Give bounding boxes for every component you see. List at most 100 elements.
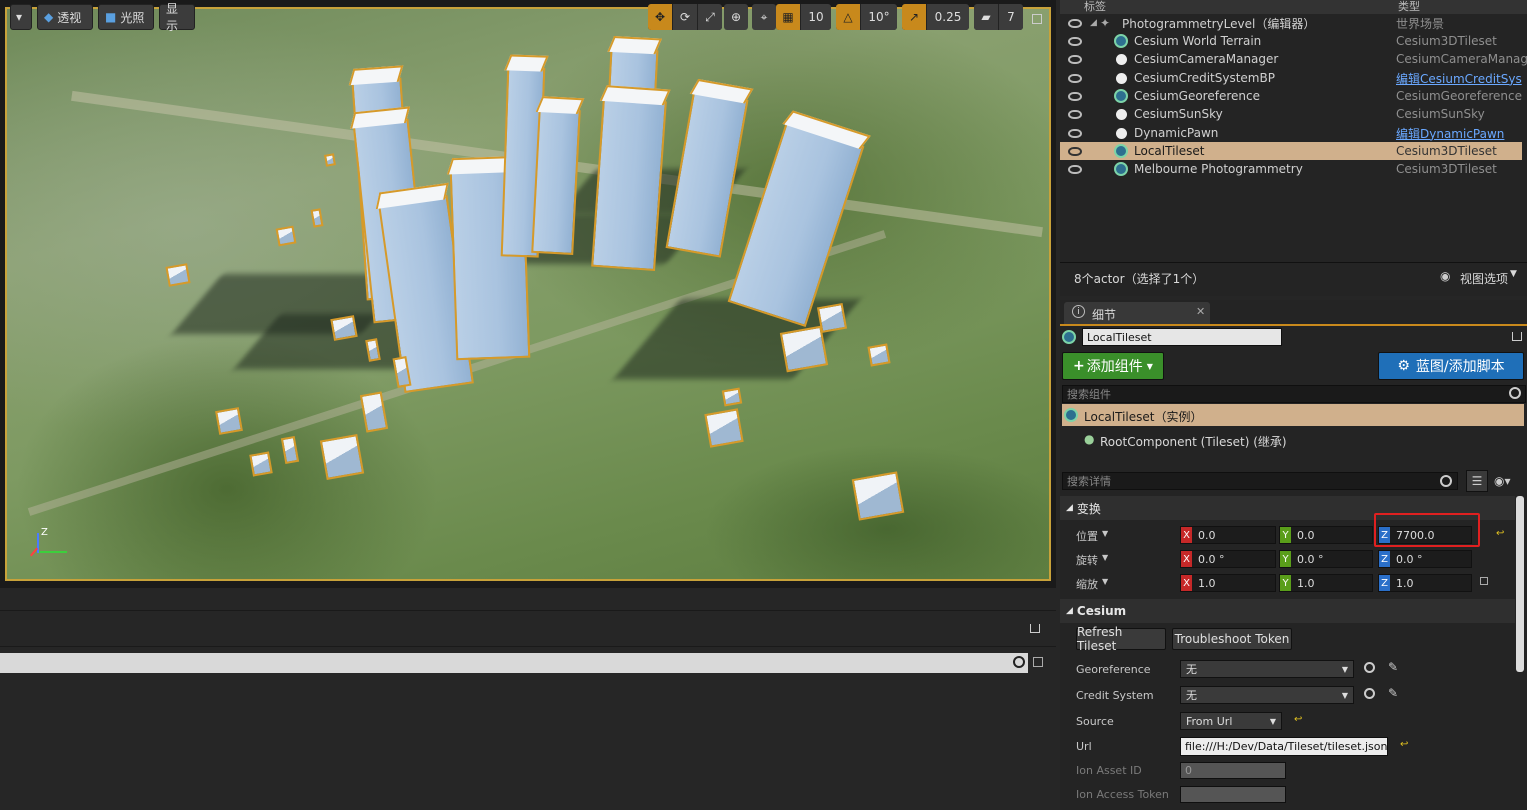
tileset-building[interactable]: [531, 108, 581, 255]
rotation-snap-value[interactable]: 10°: [861, 4, 897, 30]
tileset-cube[interactable]: [215, 407, 243, 435]
outliner-row[interactable]: Melbourne Photogrammetry Cesium3DTileset: [1060, 160, 1522, 178]
picker-icon[interactable]: ✎: [1388, 660, 1398, 674]
scale-snap-value[interactable]: 0.25: [927, 4, 969, 30]
lock-icon[interactable]: [1030, 624, 1040, 633]
tileset-cube[interactable]: [310, 208, 324, 228]
url-input[interactable]: file:///H:/Dev/Data/Tileset/tileset.json: [1180, 737, 1388, 756]
angle-icon[interactable]: △: [836, 4, 860, 30]
scale-y-field[interactable]: Y 1.0: [1279, 574, 1373, 592]
tileset-building[interactable]: [591, 96, 667, 272]
scale-z-field[interactable]: Z 1.0: [1378, 574, 1472, 592]
rotation-x-field[interactable]: X 0.0 °: [1180, 550, 1276, 568]
camera-icon[interactable]: ▰: [974, 4, 998, 30]
details-scrollbar[interactable]: [1516, 496, 1524, 672]
blueprint-add-script-button[interactable]: ⚙ 蓝图/添加脚本: [1378, 352, 1524, 380]
georeference-dropdown[interactable]: 无 ▼: [1180, 660, 1354, 678]
refresh-tileset-button[interactable]: Refresh Tileset: [1076, 625, 1166, 653]
add-component-button[interactable]: + 添加组件 ▼: [1062, 352, 1164, 380]
tileset-cube[interactable]: [165, 263, 191, 287]
tileset-cube[interactable]: [324, 153, 336, 167]
cesium-section-header[interactable]: ◢ Cesium: [1060, 599, 1515, 623]
tileset-cube[interactable]: [721, 387, 743, 407]
tileset-building[interactable]: [727, 120, 865, 328]
outliner-row[interactable]: CesiumSunSky CesiumSunSky: [1060, 105, 1522, 123]
viewport-options-button[interactable]: ▾: [10, 4, 32, 30]
tileset-cube[interactable]: [249, 451, 273, 477]
location-y-field[interactable]: Y 0.0: [1279, 526, 1373, 544]
search-components-input[interactable]: 搜索组件: [1062, 385, 1526, 403]
save-search-icon[interactable]: [1033, 657, 1043, 667]
visibility-eye-icon[interactable]: [1068, 164, 1082, 174]
view-options-button[interactable]: 视图选项: [1460, 270, 1508, 287]
visibility-eye-icon[interactable]: [1068, 18, 1082, 28]
perspective-button[interactable]: ◆ 透视: [37, 4, 93, 30]
visibility-eye-icon[interactable]: [1068, 73, 1082, 83]
rotate-tool-icon[interactable]: ⟳: [673, 4, 697, 30]
search-input[interactable]: [0, 653, 1028, 673]
details-tab[interactable]: i 细节 ✕: [1064, 302, 1210, 324]
chevron-down-icon[interactable]: ▼: [1102, 553, 1108, 562]
location-x-field[interactable]: X 0.0: [1180, 526, 1276, 544]
column-label[interactable]: 标签: [1084, 0, 1106, 14]
outliner-row[interactable]: DynamicPawn 编辑DynamicPawn: [1060, 124, 1522, 142]
viewport-scene[interactable]: Z: [5, 7, 1051, 581]
scale-tool-icon[interactable]: ⤢: [698, 4, 722, 30]
chevron-down-icon[interactable]: ▼: [1102, 577, 1108, 586]
lock-scale-icon[interactable]: [1480, 577, 1488, 585]
tileset-cube[interactable]: [851, 471, 905, 521]
reset-to-default-icon[interactable]: ↩: [1294, 714, 1302, 725]
credit-system-dropdown[interactable]: 无 ▼: [1180, 686, 1354, 704]
camera-speed-value[interactable]: 7: [999, 4, 1023, 30]
tileset-cube[interactable]: [867, 343, 891, 367]
visibility-eye-icon[interactable]: [1068, 146, 1082, 156]
visibility-eye-icon[interactable]: [1068, 91, 1082, 101]
browse-icon[interactable]: [1364, 688, 1375, 699]
expand-arrow-icon[interactable]: ◢: [1090, 18, 1097, 28]
globe-icon[interactable]: ⊕: [724, 4, 748, 30]
tileset-cube[interactable]: [280, 435, 300, 465]
edit-blueprint-link[interactable]: 编辑CesiumCreditSys: [1396, 70, 1522, 87]
rotation-y-field[interactable]: Y 0.0 °: [1279, 550, 1373, 568]
rotation-z-field[interactable]: Z 0.0 °: [1378, 550, 1472, 568]
root-component-row[interactable]: ● RootComponent (Tileset) (继承): [1062, 430, 1524, 450]
visibility-eye-icon[interactable]: [1068, 36, 1082, 46]
tileset-cube[interactable]: [319, 434, 365, 480]
reset-to-default-icon[interactable]: ↩: [1400, 739, 1408, 750]
visibility-eye-icon[interactable]: [1068, 128, 1082, 138]
column-type[interactable]: 类型: [1398, 0, 1420, 14]
level-viewport[interactable]: Z ▾ ◆ 透视 ■ 光照 显示 ✥ ⟳ ⤢ ⊕ ⌖ ▦ 10 △ 10° ↗ …: [0, 0, 1056, 588]
maximize-viewport-icon[interactable]: [1032, 14, 1042, 24]
source-dropdown[interactable]: From Url ▼: [1180, 712, 1282, 730]
scale-snap-icon[interactable]: ↗: [902, 4, 926, 30]
component-instance-row[interactable]: LocalTileset（实例）: [1062, 404, 1524, 426]
grid-snap-value[interactable]: 10: [801, 4, 831, 30]
property-matrix-icon[interactable]: ☰: [1466, 470, 1488, 492]
search-icon[interactable]: [1440, 475, 1452, 487]
search-icon[interactable]: [1013, 656, 1025, 668]
outliner-row[interactable]: CesiumCameraManager CesiumCameraManage: [1060, 50, 1527, 68]
visibility-eye-icon[interactable]: [1068, 54, 1082, 64]
browse-icon[interactable]: [1364, 662, 1375, 673]
outliner-row[interactable]: CesiumGeoreference CesiumGeoreference: [1060, 87, 1522, 105]
rotation-label[interactable]: 旋转: [1076, 552, 1098, 568]
actor-name-field[interactable]: LocalTileset: [1082, 328, 1282, 346]
chevron-down-icon[interactable]: ▼: [1102, 529, 1108, 538]
outliner-row[interactable]: CesiumCreditSystemBP 编辑CesiumCreditSys: [1060, 69, 1522, 87]
search-details-input[interactable]: 搜索详情: [1062, 472, 1458, 490]
picker-icon[interactable]: ✎: [1388, 686, 1398, 700]
edit-blueprint-link[interactable]: 编辑DynamicPawn: [1396, 125, 1504, 142]
outliner-row[interactable]: ◢ ✦ PhotogrammetryLevel（编辑器） 世界场景: [1060, 14, 1522, 32]
surface-snap-icon[interactable]: ⌖: [752, 4, 776, 30]
outliner-row[interactable]: Cesium World Terrain Cesium3DTileset: [1060, 32, 1522, 50]
close-tab-icon[interactable]: ✕: [1196, 305, 1205, 318]
visibility-filter-icon[interactable]: ◉▾: [1494, 474, 1511, 488]
show-button[interactable]: 显示: [159, 2, 195, 33]
lighting-button[interactable]: ■ 光照: [98, 4, 154, 30]
tileset-cube[interactable]: [330, 315, 358, 341]
visibility-eye-icon[interactable]: [1068, 109, 1082, 119]
location-label[interactable]: 位置: [1076, 528, 1098, 544]
reset-to-default-icon[interactable]: ↩: [1496, 528, 1504, 539]
translate-tool-icon[interactable]: ✥: [648, 4, 672, 30]
search-icon[interactable]: [1509, 387, 1521, 399]
